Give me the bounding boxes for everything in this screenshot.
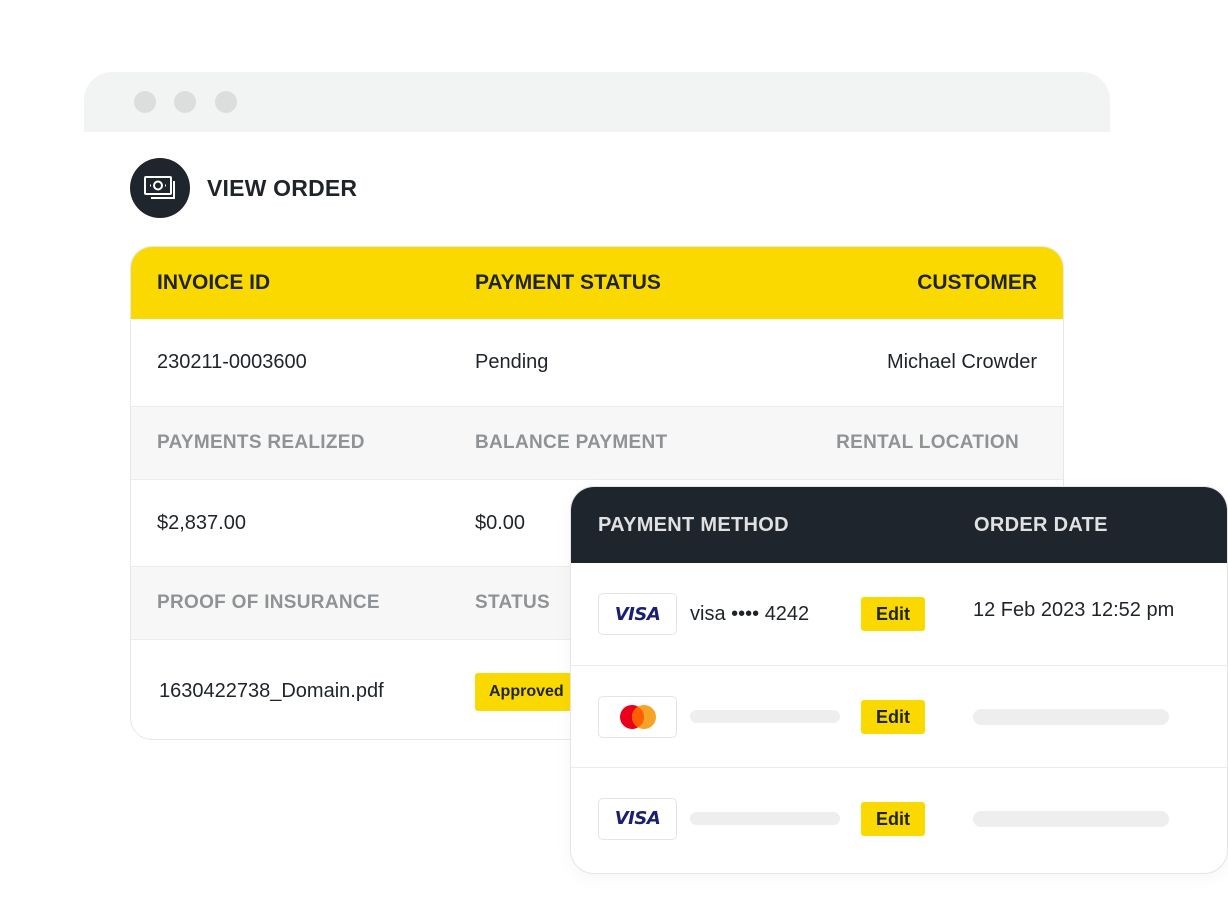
column-header-payment-method: PAYMENT METHOD (598, 513, 789, 536)
payment-row: VISA Edit (571, 767, 1227, 869)
payment-status-value: Pending (475, 351, 549, 373)
masked-card-placeholder (690, 710, 840, 723)
masked-card-placeholder (690, 812, 840, 825)
window-control-minimize[interactable] (174, 91, 196, 113)
column-header-invoice-id: INVOICE ID (157, 271, 271, 294)
edit-payment-button[interactable]: Edit (861, 597, 925, 631)
order-label-row-payments: PAYMENTS REALIZED BALANCE PAYMENT RENTAL… (131, 406, 1063, 479)
browser-titlebar (84, 72, 1110, 132)
mastercard-icon (598, 695, 677, 738)
customer-value: Michael Crowder (886, 351, 1037, 373)
order-date-placeholder (973, 709, 1169, 725)
page-header: VIEW ORDER (130, 158, 357, 218)
status-badge: Approved (475, 672, 578, 711)
label-payments-realized: PAYMENTS REALIZED (157, 432, 365, 453)
payment-methods-card: PAYMENT METHOD ORDER DATE VISA visa ••••… (570, 486, 1228, 874)
edit-payment-button[interactable]: Edit (861, 802, 925, 836)
edit-payment-button[interactable]: Edit (861, 700, 925, 734)
invoice-id-value: 230211-0003600 (157, 351, 307, 373)
payment-row: Edit (571, 665, 1227, 767)
column-header-customer: CUSTOMER (917, 271, 1037, 294)
masked-card-number: visa •••• 4242 (690, 602, 810, 625)
money-icon (130, 158, 190, 218)
order-row-invoice: 230211-0003600 Pending Michael Crowder (131, 319, 1063, 406)
label-proof-of-insurance: PROOF OF INSURANCE (157, 592, 380, 613)
visa-icon: VISA (598, 593, 677, 635)
order-table-header: INVOICE ID PAYMENT STATUS CUSTOMER (131, 247, 1063, 319)
payment-table-header: PAYMENT METHOD ORDER DATE (571, 487, 1227, 563)
payments-realized-value: $2,837.00 (157, 511, 246, 534)
page-title: VIEW ORDER (207, 174, 358, 201)
window-control-close[interactable] (134, 91, 156, 113)
label-balance-payment: BALANCE PAYMENT (475, 432, 668, 453)
order-date-placeholder (973, 811, 1169, 827)
column-header-payment-status: PAYMENT STATUS (475, 271, 661, 294)
proof-file-link[interactable]: 1630422738_Domain.pdf (157, 680, 475, 703)
column-header-order-date: ORDER DATE (974, 513, 1108, 536)
window-control-maximize[interactable] (215, 91, 237, 113)
visa-icon: VISA (598, 797, 677, 840)
payment-row: VISA visa •••• 4242 Edit 12 Feb 2023 12:… (571, 563, 1227, 665)
order-date-value: 12 Feb 2023 12:52 pm (973, 599, 1175, 621)
label-rental-location: RENTAL LOCATION (836, 432, 1019, 453)
